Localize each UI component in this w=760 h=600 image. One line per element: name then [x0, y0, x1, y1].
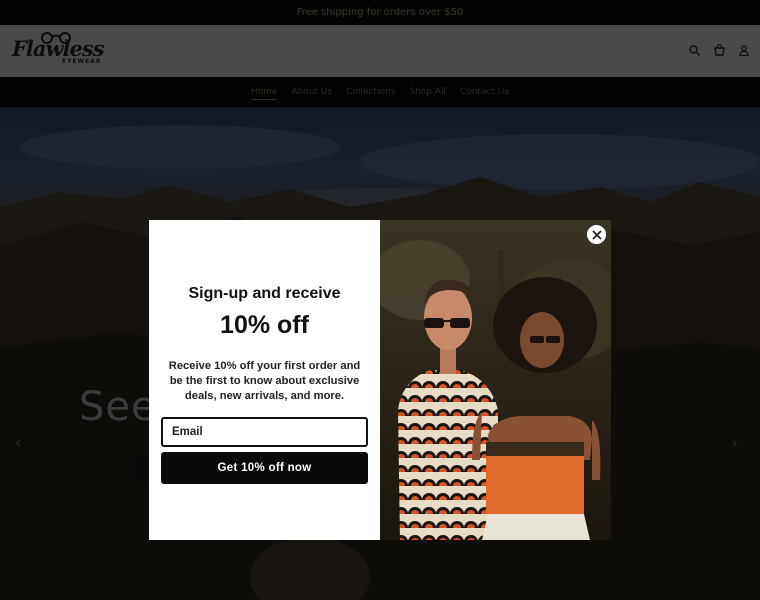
popup-heading: Sign-up and receive [188, 285, 341, 302]
popup-offer: 10% off [220, 311, 309, 339]
popup-form-panel: Sign-up and receive 10% off Receive 10% … [149, 220, 380, 540]
popup-image [380, 220, 611, 540]
signup-popup: Sign-up and receive 10% off Receive 10% … [149, 220, 611, 540]
close-icon[interactable] [586, 224, 607, 245]
models-photo [380, 220, 611, 540]
popup-description: Receive 10% off your first order and be … [168, 360, 361, 402]
get-discount-button[interactable]: Get 10% off now [161, 452, 368, 484]
email-field[interactable]: Email [161, 417, 368, 447]
